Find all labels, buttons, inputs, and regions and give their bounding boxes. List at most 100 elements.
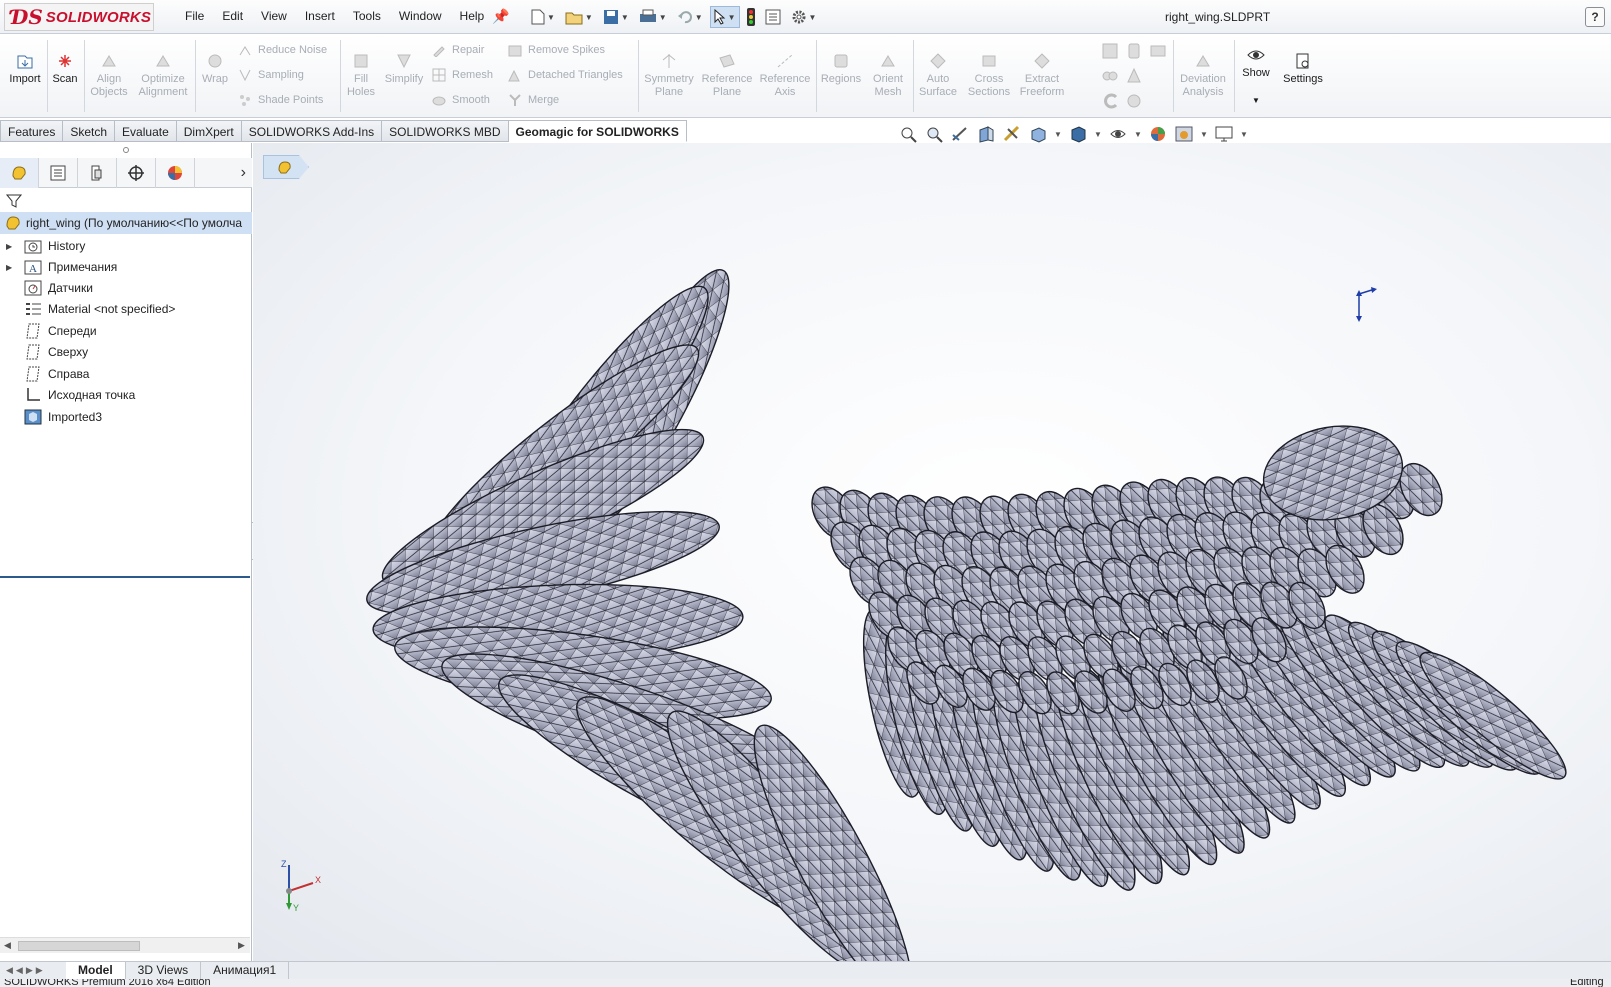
scroll-right-arrow-icon[interactable]: ▶: [238, 940, 245, 951]
tree-item-annotations[interactable]: ▶ A Примечания: [0, 256, 252, 278]
more-tabs-chevron-icon[interactable]: ›: [241, 164, 246, 182]
tree-item-right-plane[interactable]: Справа: [0, 363, 252, 385]
menu-insert[interactable]: Insert: [296, 9, 344, 23]
remesh-button[interactable]: Remesh: [432, 68, 493, 82]
deviation-analysis-button[interactable]: Deviation Analysis: [1176, 52, 1230, 99]
hide-show-dropdown-icon[interactable]: ▼: [1134, 130, 1142, 139]
tree-item-history[interactable]: ▶ History: [0, 235, 252, 257]
tab-features[interactable]: Features: [0, 120, 64, 142]
scan-button[interactable]: Scan: [50, 52, 80, 86]
surface-tool-icon[interactable]: [1102, 68, 1118, 84]
symmetry-plane-button[interactable]: Symmetry Plane: [642, 52, 696, 99]
menu-edit[interactable]: Edit: [213, 9, 252, 23]
view-settings-dropdown-icon[interactable]: ▼: [1240, 130, 1248, 139]
detached-triangles-button[interactable]: Detached Triangles: [508, 68, 623, 82]
tab-navigation-arrows-icon[interactable]: ◀◀▶▶: [0, 965, 66, 976]
previous-view-button[interactable]: [950, 124, 970, 144]
solidworks-logo[interactable]: ƊS SOLIDWORKS: [4, 3, 154, 31]
expand-arrow-icon[interactable]: ▶: [6, 263, 16, 272]
display-style-button[interactable]: [1068, 124, 1088, 144]
display-style-dropdown-icon[interactable]: ▼: [1094, 130, 1102, 139]
sampling-button[interactable]: Sampling: [238, 68, 304, 82]
tree-item-material[interactable]: Material <not specified>: [0, 298, 252, 320]
expand-arrow-icon[interactable]: ▶: [6, 242, 16, 251]
apply-scene-button[interactable]: [1174, 124, 1194, 144]
hide-show-items-button[interactable]: [1108, 124, 1128, 144]
reference-axis-button[interactable]: Reference Axis: [758, 52, 812, 99]
zoom-to-fit-button[interactable]: [898, 124, 918, 144]
simplify-button[interactable]: Simplify: [382, 52, 426, 86]
configuration-manager-tab[interactable]: [78, 157, 117, 188]
graphics-area[interactable]: Z X Y: [253, 143, 1611, 961]
rollback-bar[interactable]: [0, 576, 250, 578]
import-button[interactable]: Import: [6, 52, 44, 86]
tree-item-imported3[interactable]: Imported3: [0, 406, 252, 428]
help-button[interactable]: ?: [1585, 7, 1605, 27]
align-objects-button[interactable]: Align Objects: [88, 52, 130, 99]
tree-horizontal-scrollbar[interactable]: ◀ ▶: [0, 937, 250, 953]
dimxpert-manager-tab[interactable]: [117, 157, 156, 188]
menu-window[interactable]: Window: [390, 9, 451, 23]
wing-mesh-model[interactable]: [253, 143, 1611, 961]
surface-tool-icon[interactable]: [1126, 68, 1142, 84]
edit-appearance-button[interactable]: [1148, 124, 1168, 144]
tab-solidworks-mbd[interactable]: SOLIDWORKS MBD: [382, 120, 509, 142]
apply-scene-dropdown-icon[interactable]: ▼: [1200, 130, 1208, 139]
surface-tool-icon[interactable]: [1126, 93, 1142, 109]
cross-sections-button[interactable]: Cross Sections: [964, 52, 1014, 99]
surface-tool-icon[interactable]: [1126, 43, 1142, 59]
tree-item-top-plane[interactable]: Сверху: [0, 341, 252, 363]
open-button[interactable]: ▼: [562, 6, 596, 28]
remove-spikes-button[interactable]: Remove Spikes: [508, 43, 605, 57]
repair-button[interactable]: Repair: [432, 43, 484, 57]
tree-item-sensors[interactable]: Датчики: [0, 277, 252, 299]
print-button[interactable]: ▼: [636, 6, 670, 28]
undo-button[interactable]: ▼: [674, 6, 706, 28]
menu-tools[interactable]: Tools: [344, 9, 390, 23]
display-manager-tab[interactable]: [156, 157, 195, 188]
pin-menu-icon[interactable]: 📌: [492, 8, 509, 25]
menu-file[interactable]: File: [176, 9, 213, 23]
tree-item-front-plane[interactable]: Спереди: [0, 320, 252, 342]
shade-points-button[interactable]: Shade Points: [238, 93, 323, 107]
optimize-alignment-button[interactable]: Optimize Alignment: [136, 52, 190, 99]
file-properties-button[interactable]: [762, 6, 784, 28]
tab-sketch[interactable]: Sketch: [63, 120, 116, 142]
extract-freeform-button[interactable]: Extract Freeform: [1016, 52, 1068, 99]
scroll-left-arrow-icon[interactable]: ◀: [4, 940, 11, 951]
tab-solidworks-add-ins[interactable]: SOLIDWORKS Add-Ins: [241, 120, 383, 142]
reference-plane-button[interactable]: Reference Plane: [700, 52, 754, 99]
smooth-button[interactable]: Smooth: [432, 93, 490, 107]
scrollbar-thumb[interactable]: [18, 941, 140, 951]
feature-manager-tab[interactable]: [0, 157, 39, 188]
new-document-button[interactable]: ▼: [528, 6, 558, 28]
tab-animation1[interactable]: Анимация1: [201, 962, 290, 979]
tab-geomagic[interactable]: Geomagic for SOLIDWORKS: [508, 120, 687, 142]
dynamic-annotation-button[interactable]: [1002, 124, 1022, 144]
tree-filter-button[interactable]: [5, 193, 23, 212]
panel-split-handle[interactable]: [123, 147, 129, 153]
property-manager-tab[interactable]: [39, 157, 78, 188]
fill-holes-button[interactable]: Fill Holes: [344, 52, 378, 99]
view-orientation-button[interactable]: [1028, 124, 1048, 144]
regions-button[interactable]: Regions: [820, 52, 862, 86]
wrap-button[interactable]: Wrap: [199, 52, 231, 86]
surface-tool-icon[interactable]: [1150, 43, 1166, 59]
view-orientation-dropdown-icon[interactable]: ▼: [1054, 130, 1062, 139]
tab-model[interactable]: Model: [66, 962, 126, 979]
show-button[interactable]: Show ▼: [1238, 46, 1274, 107]
tree-item-origin[interactable]: Исходная точка: [0, 384, 252, 406]
rebuild-button[interactable]: [744, 6, 758, 28]
orient-mesh-button[interactable]: Orient Mesh: [866, 52, 910, 99]
tree-root-part[interactable]: right_wing (По умолчанию<<По умолча: [0, 212, 252, 234]
settings-button[interactable]: Settings: [1280, 52, 1326, 86]
view-settings-button[interactable]: [1214, 124, 1234, 144]
surface-tool-icon[interactable]: [1102, 93, 1118, 109]
merge-button[interactable]: Merge: [508, 93, 559, 107]
tab-evaluate[interactable]: Evaluate: [115, 120, 177, 142]
menu-view[interactable]: View: [252, 9, 296, 23]
tab-dimxpert[interactable]: DimXpert: [176, 120, 242, 142]
auto-surface-button[interactable]: Auto Surface: [916, 52, 960, 99]
show-dropdown-icon[interactable]: ▼: [1238, 94, 1274, 107]
section-view-button[interactable]: [976, 124, 996, 144]
